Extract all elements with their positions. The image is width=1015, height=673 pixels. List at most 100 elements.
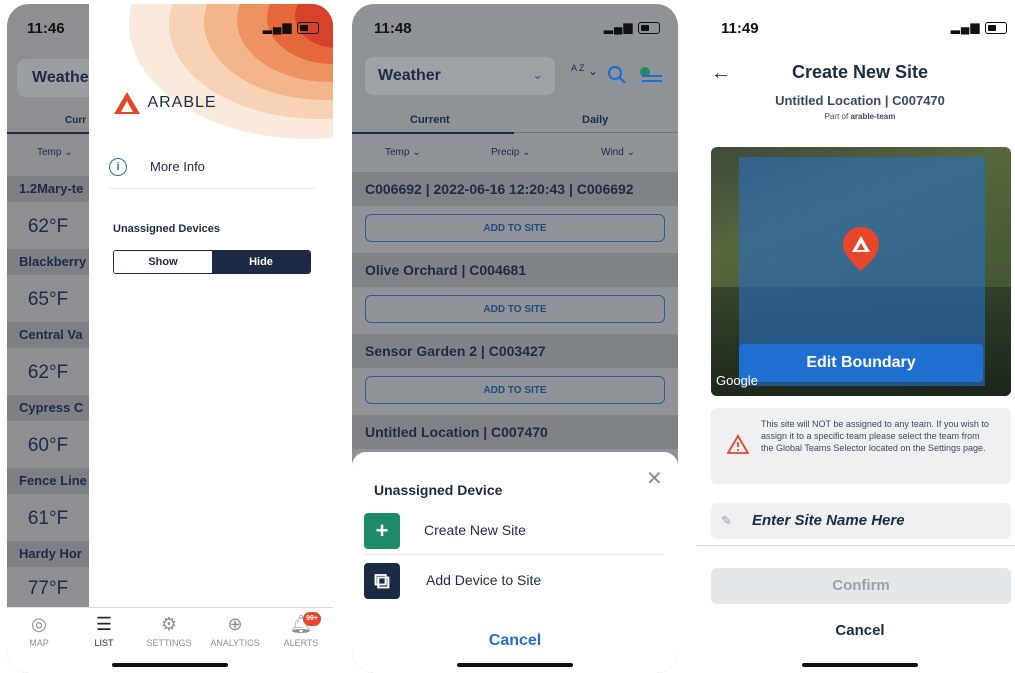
list-item-name[interactable]: 1.2Mary-te: [7, 176, 89, 202]
active-tab-underline: [352, 132, 514, 134]
unassigned-devices-label: Unassigned Devices: [113, 223, 220, 235]
temp-column-partial: Temp ⌄: [37, 147, 73, 158]
list-item-temp: 65°F: [27, 289, 69, 310]
warning-icon: [727, 434, 749, 454]
sheet-title: Unassigned Device: [374, 482, 503, 498]
tab-alerts-label: ALERTS: [283, 638, 319, 648]
site-row-title[interactable]: Untitled Location | C007470: [352, 415, 678, 449]
list-item-name[interactable]: Fence Line: [7, 468, 89, 494]
column-temp[interactable]: Temp ⌄: [385, 147, 421, 158]
list-item-temp: 61°F: [27, 508, 69, 529]
phone-screen-list-sheet: 11:48 ▂▄▆ Weather ⌄ A Z ⌄ Current Daily …: [352, 4, 678, 673]
alerts-badge: 99+: [303, 612, 321, 626]
add-to-site-button[interactable]: ADD TO SITE: [365, 295, 665, 323]
site-name-placeholder: Enter Site Name Here: [752, 512, 905, 529]
site-row-title[interactable]: C006692 | 2022-06-16 12:20:43 | C006692: [352, 172, 678, 206]
location-marker-icon: [843, 227, 879, 271]
cancel-button[interactable]: Cancel: [697, 622, 1015, 639]
tab-map-label: MAP: [29, 638, 49, 648]
hide-option[interactable]: Hide: [212, 251, 310, 273]
create-new-site-option[interactable]: + Create New Site: [364, 508, 664, 555]
add-device-label: Add Device to Site: [426, 572, 542, 588]
plus-square-icon: +: [364, 513, 400, 549]
search-icon[interactable]: [607, 65, 627, 85]
home-indicator: [802, 663, 918, 667]
site-name-input[interactable]: ✎ Enter Site Name Here: [711, 503, 1011, 539]
copy-plus-icon: ⧉: [364, 563, 400, 599]
tab-settings[interactable]: ⚙ SETTINGS: [139, 614, 199, 648]
map-credit: Google: [716, 373, 758, 388]
dropdown-partial: Weathe: [32, 69, 89, 86]
tab-analytics-label: ANALYTICS: [210, 638, 260, 648]
team-warning-notice: This site will NOT be assigned to any te…: [711, 408, 1011, 484]
side-drawer: ▂▄▆ ARABLE i More Info Unassigned Device…: [89, 4, 333, 607]
list-item-temp: 62°F: [27, 362, 69, 383]
cancel-button[interactable]: Cancel: [352, 632, 678, 650]
chevron-down-icon: ⌄: [532, 67, 543, 82]
add-device-to-site-option[interactable]: ⧉ Add Device to Site: [364, 558, 664, 604]
filter-icon[interactable]: [638, 65, 664, 87]
list-item-name[interactable]: Hardy Hor: [7, 541, 89, 567]
map-pin-icon: ◎: [31, 614, 47, 634]
brand-name: ARABLE: [147, 94, 217, 111]
status-icons: ▂▄▆: [951, 20, 1007, 34]
arable-logo: ARABLE: [113, 90, 217, 118]
status-time: 11:46: [27, 20, 65, 37]
list-item-temp: 60°F: [27, 435, 69, 456]
action-sheet: ✕ Unassigned Device + Create New Site ⧉ …: [352, 452, 678, 673]
more-info-label: More Info: [150, 159, 205, 174]
tab-current[interactable]: Current: [410, 114, 450, 126]
phone-screen-menu: 11:46 Weathe Curr Temp ⌄ 1.2Mary-te 62°F…: [7, 4, 333, 673]
category-dropdown-value: Weather: [378, 67, 441, 84]
pencil-icon: ✎: [721, 513, 732, 528]
bell-icon: 🔔︎: [289, 614, 313, 634]
add-to-site-button[interactable]: ADD TO SITE: [365, 376, 665, 404]
list-item-temp: 77°F: [27, 578, 69, 599]
notice-text: This site will NOT be assigned to any te…: [761, 419, 989, 453]
edit-boundary-button[interactable]: Edit Boundary: [739, 344, 983, 382]
chevron-down-icon: ⌄: [588, 64, 599, 78]
page-title: Create New Site: [791, 62, 929, 82]
list-item-name[interactable]: Central Va: [7, 322, 89, 348]
gear-icon: ⚙: [160, 614, 178, 634]
column-precip[interactable]: Precip ⌄: [491, 147, 531, 158]
tab-current-partial: Curr: [65, 115, 87, 126]
tab-list[interactable]: ☰ LIST: [74, 614, 134, 648]
home-indicator: [457, 663, 573, 667]
site-subtitle: Untitled Location | C007470: [775, 93, 945, 108]
home-indicator: [112, 663, 228, 667]
list-item-name[interactable]: Cypress C: [7, 395, 89, 421]
tab-map[interactable]: ◎ MAP: [9, 614, 69, 648]
crosshair-icon: ⊕: [227, 614, 243, 634]
tab-analytics[interactable]: ⊕ ANALYTICS: [205, 614, 265, 648]
arable-logo-icon: [114, 92, 140, 114]
close-icon[interactable]: ✕: [646, 466, 663, 491]
info-icon: i: [109, 158, 127, 176]
list-icon: ☰: [95, 614, 113, 634]
confirm-button[interactable]: Confirm: [711, 568, 1011, 604]
sort-az-icon[interactable]: A Z: [571, 64, 585, 73]
list-item-temp: 62°F: [27, 216, 69, 237]
category-dropdown[interactable]: Weather ⌄: [365, 57, 555, 95]
create-new-site-label: Create New Site: [424, 522, 526, 538]
column-wind[interactable]: Wind ⌄: [601, 147, 635, 158]
tab-alerts[interactable]: 🔔︎ ALERTS: [271, 614, 331, 648]
show-option[interactable]: Show: [114, 251, 212, 273]
tab-settings-label: SETTINGS: [146, 638, 192, 648]
more-info-item[interactable]: i More Info: [109, 158, 315, 189]
status-icons: ▂▄▆: [263, 20, 319, 34]
tab-list-label: LIST: [94, 638, 114, 648]
team-line: Part of arable-team: [824, 112, 896, 121]
list-item-name[interactable]: Blackberry: [7, 249, 89, 275]
tab-daily[interactable]: Daily: [582, 114, 608, 126]
phone-screen-create-site: 11:49 ▂▄▆ ← Create New Site Untitled Loc…: [697, 4, 1015, 673]
site-row-title[interactable]: Olive Orchard | C004681: [352, 253, 678, 287]
show-hide-toggle[interactable]: Show Hide: [113, 250, 311, 274]
site-row-title[interactable]: Sensor Garden 2 | C003427: [352, 334, 678, 368]
dimmed-list-background: 11:46 Weathe Curr Temp ⌄ 1.2Mary-te 62°F…: [7, 4, 89, 673]
status-icons: ▂▄▆: [604, 20, 660, 34]
status-time: 11:49: [721, 20, 759, 37]
add-to-site-button[interactable]: ADD TO SITE: [365, 214, 665, 242]
status-time: 11:48: [374, 20, 412, 37]
satellite-map[interactable]: Edit Boundary Google: [711, 147, 1011, 396]
